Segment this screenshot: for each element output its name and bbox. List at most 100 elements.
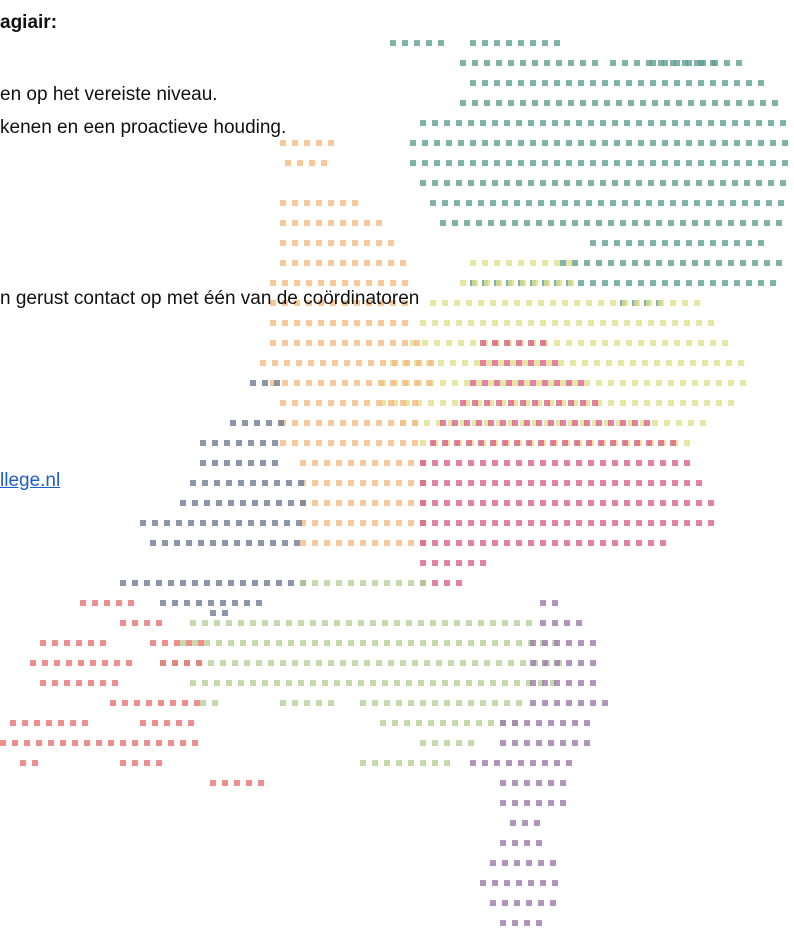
map-dot: [236, 440, 242, 446]
map-dot: [250, 680, 256, 686]
map-dot: [542, 640, 548, 646]
map-dot: [566, 760, 572, 766]
map-dot: [772, 100, 778, 106]
map-dot: [380, 360, 386, 366]
map-dot: [660, 540, 666, 546]
map-dot: [220, 660, 226, 666]
map-dot: [536, 920, 542, 926]
requirement-line-2: kenen en een proactieve houding.: [0, 117, 287, 138]
map-dot: [360, 500, 366, 506]
map-dot: [684, 440, 690, 446]
map-dot: [356, 360, 362, 366]
map-dot: [490, 680, 496, 686]
map-dot: [516, 880, 522, 886]
map-dot: [494, 140, 500, 146]
map-dot: [496, 60, 502, 66]
map-dot: [360, 540, 366, 546]
map-dot: [672, 180, 678, 186]
map-dot: [492, 460, 498, 466]
map-dot: [316, 700, 322, 706]
map-dot: [364, 660, 370, 666]
map-dot: [252, 580, 258, 586]
map-dot: [684, 500, 690, 506]
map-dot: [526, 300, 532, 306]
map-dot: [384, 460, 390, 466]
map-dot: [504, 180, 510, 186]
map-dot: [530, 40, 536, 46]
map-dot: [366, 340, 372, 346]
map-dot: [160, 660, 166, 666]
map-dot: [776, 260, 782, 266]
map-dot: [736, 100, 742, 106]
map-dot: [612, 180, 618, 186]
map-dot: [144, 760, 150, 766]
map-dot: [482, 80, 488, 86]
map-dot: [512, 920, 518, 926]
map-dot: [520, 400, 526, 406]
map-dot: [612, 480, 618, 486]
map-dot: [306, 320, 312, 326]
map-dot: [658, 200, 664, 206]
map-dot: [470, 260, 476, 266]
map-dot: [292, 200, 298, 206]
map-dot: [716, 380, 722, 386]
map-dot: [312, 480, 318, 486]
map-dot: [262, 380, 268, 386]
map-dot: [732, 120, 738, 126]
map-dot: [156, 760, 162, 766]
map-dot: [602, 140, 608, 146]
map-dot: [432, 180, 438, 186]
map-dot: [400, 420, 406, 426]
map-dot: [678, 360, 684, 366]
map-dot: [490, 900, 496, 906]
map-dot: [572, 420, 578, 426]
map-dot: [396, 520, 402, 526]
map-dot: [500, 720, 506, 726]
map-dot: [602, 340, 608, 346]
map-dot: [662, 60, 668, 66]
map-dot: [590, 140, 596, 146]
map-dot: [512, 740, 518, 746]
map-dot: [304, 240, 310, 246]
map-dot: [240, 640, 246, 646]
map-dot: [328, 140, 334, 146]
map-dot: [516, 500, 522, 506]
map-dot: [686, 60, 692, 66]
map-dot: [560, 780, 566, 786]
map-dot: [630, 360, 636, 366]
map-dot: [216, 500, 222, 506]
map-dot: [628, 100, 634, 106]
map-dot: [542, 700, 548, 706]
map-dot: [408, 700, 414, 706]
map-dot: [116, 600, 122, 606]
map-dot: [564, 460, 570, 466]
map-dot: [312, 520, 318, 526]
map-dot: [686, 80, 692, 86]
map-dot: [670, 440, 676, 446]
map-dot: [514, 200, 520, 206]
map-dot: [324, 520, 330, 526]
map-dot: [610, 440, 616, 446]
map-dot: [566, 160, 572, 166]
map-dot: [396, 580, 402, 586]
email-link[interactable]: llege.nl: [0, 470, 60, 492]
map-dot: [626, 340, 632, 346]
map-dot: [414, 340, 420, 346]
map-dot: [548, 380, 554, 386]
map-dot: [412, 440, 418, 446]
map-dot: [378, 320, 384, 326]
map-dot: [420, 560, 426, 566]
map-dot: [696, 320, 702, 326]
map-dot: [492, 700, 498, 706]
map-dot: [408, 760, 414, 766]
map-dot: [624, 540, 630, 546]
map-dot: [684, 180, 690, 186]
map-dot: [608, 420, 614, 426]
map-dot: [234, 540, 240, 546]
map-dot: [54, 660, 60, 666]
map-dot: [152, 720, 158, 726]
map-dot: [576, 180, 582, 186]
map-dot: [126, 660, 132, 666]
map-dot: [104, 600, 110, 606]
map-dot: [416, 360, 422, 366]
